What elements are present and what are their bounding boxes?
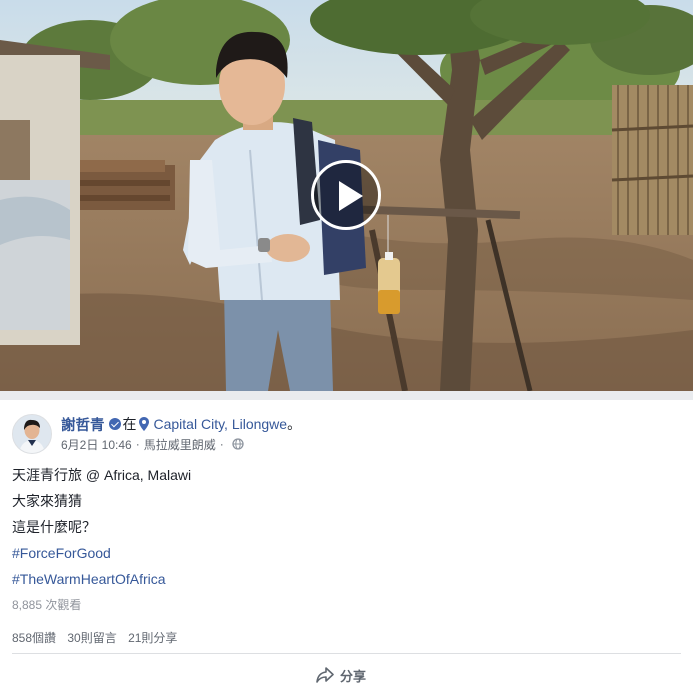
author-avatar[interactable]	[12, 414, 52, 454]
verified-badge-icon	[108, 418, 121, 430]
map-pin-icon	[138, 417, 149, 431]
at-label: 在	[122, 416, 137, 432]
meta-separator: ·	[219, 437, 224, 451]
avatar-image	[13, 415, 51, 453]
meta-separator: ·	[135, 437, 140, 451]
video-divider	[0, 391, 693, 400]
share-icon	[316, 667, 334, 683]
video-player[interactable]	[0, 0, 693, 391]
share-label: 分享	[340, 668, 367, 684]
post-place[interactable]: 馬拉威里朗威	[144, 436, 216, 453]
shares-count[interactable]: 21則分享	[128, 631, 177, 645]
post-message: 天涯青行旅 @ Africa, Malawi 大家來猜猜 這是什麼呢？ #For…	[12, 462, 672, 592]
globe-icon[interactable]	[232, 438, 244, 450]
play-button[interactable]	[311, 160, 381, 230]
message-line: 天涯青行旅 @ Africa, Malawi	[12, 467, 192, 483]
engagement-stats: 858個讚 30則留言 21則分享	[12, 629, 185, 646]
hashtag-link[interactable]: #ForceForGood	[12, 540, 672, 566]
post-timestamp[interactable]: 6月2日 10:46	[61, 436, 132, 453]
likes-count[interactable]: 858個讚	[12, 631, 56, 645]
post-meta: 6月2日 10:46 · 馬拉威里朗威 ·	[61, 436, 244, 452]
play-icon	[339, 181, 363, 211]
action-divider	[12, 653, 681, 654]
post-card: 謝哲青 在 Capital City, Lilongwe 。 6月2日 10:4…	[0, 0, 693, 694]
hashtag-link[interactable]: #TheWarmHeartOfAfrica	[12, 566, 672, 592]
message-line: 大家來猜猜	[12, 493, 82, 509]
header-period: 。	[287, 416, 302, 432]
post-header: 謝哲青 在 Capital City, Lilongwe 。	[61, 414, 301, 434]
author-name[interactable]: 謝哲青	[61, 414, 105, 435]
comments-count[interactable]: 30則留言	[67, 631, 116, 645]
message-line: 這是什麼呢？	[12, 519, 96, 535]
share-button[interactable]: 分享	[316, 664, 366, 686]
location-link[interactable]: Capital City, Lilongwe	[154, 416, 288, 432]
view-count: 8,885 次觀看	[12, 598, 82, 612]
